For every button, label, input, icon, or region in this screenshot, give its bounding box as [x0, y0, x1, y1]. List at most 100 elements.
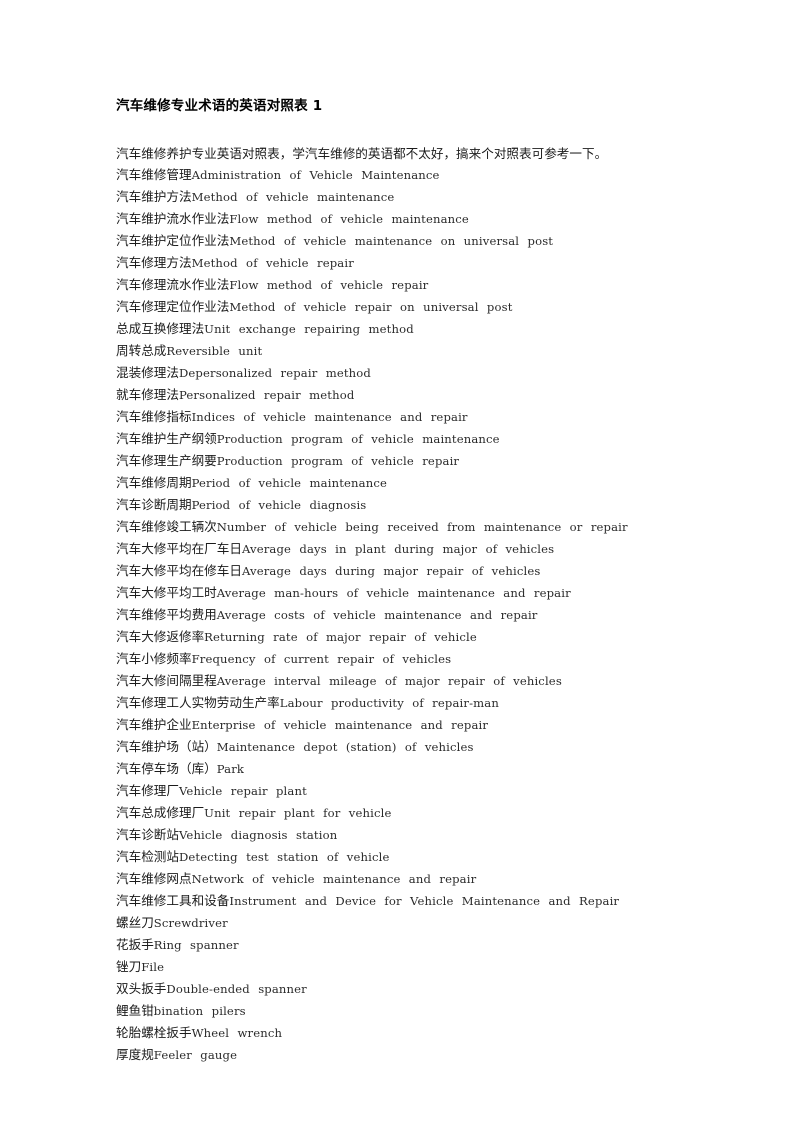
term-chinese: 汽车维护企业 — [116, 717, 192, 732]
term-english: Production program of vehicle repair — [216, 454, 460, 468]
term-english: Returning rate of major repair of vehicl… — [204, 630, 477, 644]
term-line: 汽车修理定位作业法Method of vehicle repair on uni… — [116, 296, 696, 318]
term-chinese: 双头扳手 — [116, 981, 167, 996]
term-english: Number of vehicle being received from ma… — [216, 520, 628, 534]
term-line: 汽车修理生产纲要Production program of vehicle re… — [116, 450, 696, 472]
term-chinese: 汽车维修工具和设备 — [116, 893, 230, 908]
term-line: 汽车大修间隔里程Average interval mileage of majo… — [116, 670, 696, 692]
term-chinese: 汽车维修周期 — [116, 475, 192, 490]
term-english: Vehicle diagnosis station — [178, 828, 338, 842]
term-line: 汽车大修返修率Returning rate of major repair of… — [116, 626, 696, 648]
terminology-list: 汽车维修管理Administration of Vehicle Maintena… — [116, 164, 696, 1066]
term-english: bination pilers — [153, 1004, 246, 1018]
term-english: Flow method of vehicle maintenance — [229, 212, 469, 226]
term-chinese: 就车修理法 — [116, 387, 179, 402]
term-chinese: 汽车维护场（站） — [116, 739, 217, 754]
term-chinese: 总成互换修理法 — [116, 321, 205, 336]
term-line: 周转总成Reversible unit — [116, 340, 696, 362]
term-chinese: 汽车小修频率 — [116, 651, 192, 666]
term-english: Network of vehicle maintenance and repai… — [191, 872, 477, 886]
term-english: Method of vehicle maintenance on univers… — [229, 234, 554, 248]
term-chinese: 汽车大修平均在厂车日 — [116, 541, 242, 556]
term-chinese: 鲤鱼钳 — [116, 1003, 154, 1018]
term-chinese: 轮胎螺栓扳手 — [116, 1025, 192, 1040]
page-title: 汽车维修专业术语的英语对照表 1 — [116, 98, 323, 114]
term-english: Unit repair plant for vehicle — [204, 806, 392, 820]
term-line: 总成互换修理法Unit exchange repairing method — [116, 318, 696, 340]
term-english: Unit exchange repairing method — [204, 322, 414, 336]
term-line: 混装修理法Depersonalized repair method — [116, 362, 696, 384]
term-line: 就车修理法Personalized repair method — [116, 384, 696, 406]
term-english: Detecting test station of vehicle — [178, 850, 390, 864]
term-english: Frequency of current repair of vehicles — [191, 652, 452, 666]
term-english: Double-ended spanner — [166, 982, 307, 996]
term-line: 汽车修理流水作业法Flow method of vehicle repair — [116, 274, 696, 296]
term-chinese: 汽车修理工人实物劳动生产率 — [116, 695, 280, 710]
term-chinese: 汽车维修管理 — [116, 167, 192, 182]
term-line: 汽车停车场（库）Park — [116, 758, 696, 780]
term-chinese: 汽车修理流水作业法 — [116, 277, 230, 292]
term-english: Depersonalized repair method — [178, 366, 372, 380]
title-body-spacer — [116, 117, 696, 143]
term-line: 汽车维修管理Administration of Vehicle Maintena… — [116, 164, 696, 186]
term-line: 厚度规Feeler gauge — [116, 1044, 696, 1066]
term-english: Average man-hours of vehicle maintenance… — [216, 586, 571, 600]
term-line: 汽车维修工具和设备Instrument and Device for Vehic… — [116, 890, 696, 912]
term-chinese: 混装修理法 — [116, 365, 179, 380]
term-line: 汽车维修网点Network of vehicle maintenance and… — [116, 868, 696, 890]
document-page: 汽车维修专业术语的英语对照表 1 汽车维修养护专业英语对照表，学汽车维修的英语都… — [0, 0, 793, 1122]
term-chinese: 汽车维护生产纲领 — [116, 431, 217, 446]
term-line: 汽车大修平均在修车日Average days during major repa… — [116, 560, 696, 582]
term-english: Ring spanner — [153, 938, 239, 952]
term-english: Personalized repair method — [178, 388, 355, 402]
term-line: 汽车检测站Detecting test station of vehicle — [116, 846, 696, 868]
term-chinese: 汽车维修网点 — [116, 871, 192, 886]
term-chinese: 汽车诊断站 — [116, 827, 179, 842]
term-line: 汽车维修指标Indices of vehicle maintenance and… — [116, 406, 696, 428]
term-chinese: 汽车修理生产纲要 — [116, 453, 217, 468]
term-chinese: 汽车大修间隔里程 — [116, 673, 217, 688]
term-chinese: 汽车诊断周期 — [116, 497, 192, 512]
term-line: 轮胎螺栓扳手Wheel wrench — [116, 1022, 696, 1044]
term-chinese: 螺丝刀 — [116, 915, 154, 930]
term-line: 花扳手Ring spanner — [116, 934, 696, 956]
term-chinese: 汽车停车场（库） — [116, 761, 217, 776]
term-line: 螺丝刀Screwdriver — [116, 912, 696, 934]
term-line: 汽车维护方法Method of vehicle maintenance — [116, 186, 696, 208]
term-chinese: 汽车检测站 — [116, 849, 179, 864]
term-english: Maintenance depot (station) of vehicles — [216, 740, 474, 754]
term-chinese: 汽车修理厂 — [116, 783, 179, 798]
term-line: 汽车维护流水作业法Flow method of vehicle maintena… — [116, 208, 696, 230]
term-line: 汽车大修平均在厂车日Average days in plant during m… — [116, 538, 696, 560]
term-english: Production program of vehicle maintenanc… — [216, 432, 500, 446]
term-chinese: 汽车维护流水作业法 — [116, 211, 230, 226]
term-chinese: 汽车修理方法 — [116, 255, 192, 270]
term-line: 鲤鱼钳bination pilers — [116, 1000, 696, 1022]
term-english: Average days in plant during major of ve… — [241, 542, 555, 556]
term-line: 双头扳手Double-ended spanner — [116, 978, 696, 1000]
term-line: 汽车修理工人实物劳动生产率Labour productivity of repa… — [116, 692, 696, 714]
term-line: 汽车诊断站Vehicle diagnosis station — [116, 824, 696, 846]
term-chinese: 花扳手 — [116, 937, 154, 952]
term-chinese: 汽车总成修理厂 — [116, 805, 205, 820]
term-english: Enterprise of vehicle maintenance and re… — [191, 718, 489, 732]
term-line: 汽车维护定位作业法Method of vehicle maintenance o… — [116, 230, 696, 252]
term-chinese: 厚度规 — [116, 1047, 154, 1062]
term-english: Vehicle repair plant — [178, 784, 307, 798]
term-line: 汽车诊断周期Period of vehicle diagnosis — [116, 494, 696, 516]
term-english: Average interval mileage of major repair… — [216, 674, 562, 688]
term-chinese: 汽车大修平均在修车日 — [116, 563, 242, 578]
term-line: 汽车维修周期Period of vehicle maintenance — [116, 472, 696, 494]
term-line: 锉刀File — [116, 956, 696, 978]
term-line: 汽车维修竣工辆次Number of vehicle being received… — [116, 516, 696, 538]
term-english: Administration of Vehicle Maintenance — [191, 168, 440, 182]
term-chinese: 汽车修理定位作业法 — [116, 299, 230, 314]
term-chinese: 锉刀 — [116, 959, 142, 974]
term-line: 汽车总成修理厂Unit repair plant for vehicle — [116, 802, 696, 824]
term-line: 汽车修理厂Vehicle repair plant — [116, 780, 696, 802]
term-line: 汽车维修平均费用Average costs of vehicle mainten… — [116, 604, 696, 626]
term-english: Labour productivity of repair-man — [279, 696, 499, 710]
term-english: Method of vehicle repair on universal po… — [229, 300, 513, 314]
term-chinese: 汽车大修返修率 — [116, 629, 205, 644]
intro-paragraph: 汽车维修养护专业英语对照表，学汽车维修的英语都不太好，搞来个对照表可参考一下。 — [116, 146, 608, 161]
